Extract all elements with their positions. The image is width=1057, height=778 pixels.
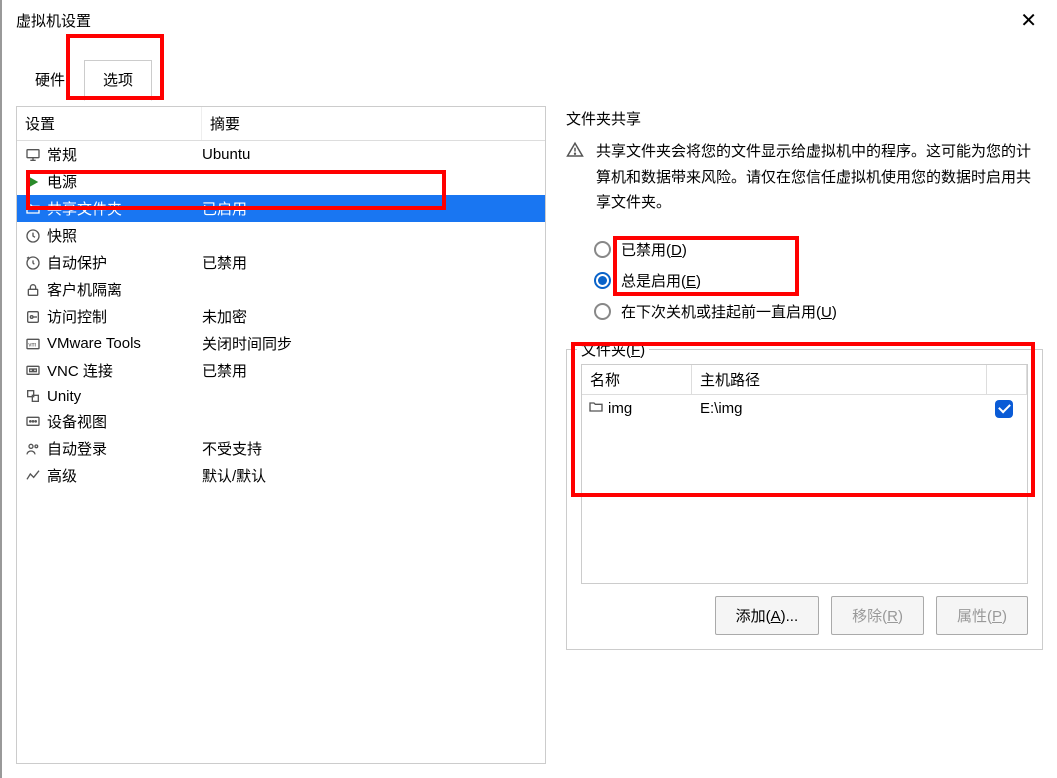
list-item-label: VNC 连接 — [47, 360, 202, 381]
lock-icon — [23, 281, 43, 299]
folder-path-cell: E:\img — [700, 400, 987, 417]
vnc-icon — [23, 362, 43, 380]
list-item[interactable]: Unity — [17, 384, 545, 408]
window-title: 虚拟机设置 — [16, 10, 91, 31]
shield-clock-icon — [23, 254, 43, 272]
close-icon[interactable]: ✕ — [1012, 6, 1045, 35]
tab-bar: 硬件 选项 — [2, 59, 1057, 100]
warning-icon — [566, 139, 586, 216]
list-header: 设置 摘要 — [17, 107, 545, 141]
list-item[interactable]: 客户机隔离 — [17, 276, 545, 303]
unity-icon — [23, 387, 43, 405]
clock-icon — [23, 227, 43, 245]
radio-always-label: 总是启用(E) — [621, 270, 701, 291]
folder-col-check — [987, 365, 1027, 394]
folder-buttons: 添加(A)... 移除(R) 属性(P) — [581, 596, 1028, 635]
folder-row[interactable]: imgE:\img — [582, 395, 1027, 423]
autologin-icon — [23, 440, 43, 458]
list-item-summary: 已禁用 — [202, 252, 247, 273]
properties-button[interactable]: 属性(P) — [936, 596, 1028, 635]
warning-text: 共享文件夹会将您的文件显示给虚拟机中的程序。这可能为您的计算机和数据带来风险。请… — [596, 139, 1043, 216]
folders-legend: 文件夹(F) — [577, 339, 649, 360]
list-item[interactable]: 设备视图 — [17, 408, 545, 435]
vm-settings-window: 虚拟机设置 ✕ 硬件 选项 设置 摘要 常规Ubuntu电源共享文件夹已启用快照… — [0, 0, 1057, 778]
radio-disabled-label: 已禁用(D) — [621, 239, 687, 260]
list-item-summary: 未加密 — [202, 306, 247, 327]
key-icon — [23, 308, 43, 326]
folder-col-name: 名称 — [582, 365, 692, 394]
radio-always-enabled[interactable]: 总是启用(E) — [594, 265, 1043, 296]
list-item-label: 共享文件夹 — [47, 198, 202, 219]
radio-until-shutdown[interactable]: 在下次关机或挂起前一直启用(U) — [594, 296, 1043, 327]
list-item-summary: 不受支持 — [202, 438, 262, 459]
folder-col-path: 主机路径 — [692, 365, 987, 394]
folder-share-icon — [23, 200, 43, 218]
list-item-summary: 已启用 — [202, 198, 247, 219]
remove-button[interactable]: 移除(R) — [831, 596, 924, 635]
content-area: 设置 摘要 常规Ubuntu电源共享文件夹已启用快照自动保护已禁用客户机隔离访问… — [2, 100, 1057, 778]
list-item-label: 自动保护 — [47, 252, 202, 273]
list-item-label: 自动登录 — [47, 438, 202, 459]
list-item-summary: 关闭时间同步 — [202, 333, 292, 354]
col-header-summary: 摘要 — [202, 107, 545, 140]
list-item[interactable]: 共享文件夹已启用 — [17, 195, 545, 222]
folder-enabled-checkbox[interactable] — [987, 400, 1021, 418]
radio-icon — [594, 303, 611, 320]
list-item-label: 客户机隔离 — [47, 279, 202, 300]
monitor-icon — [23, 146, 43, 164]
radio-icon — [594, 241, 611, 258]
radio-until-label: 在下次关机或挂起前一直启用(U) — [621, 301, 837, 322]
right-panel: 文件夹共享 共享文件夹会将您的文件显示给虚拟机中的程序。这可能为您的计算机和数据… — [566, 106, 1043, 764]
list-item-summary: Ubuntu — [202, 146, 250, 163]
list-item-label: Unity — [47, 388, 202, 405]
folder-icon — [588, 399, 604, 419]
titlebar: 虚拟机设置 ✕ — [2, 0, 1057, 39]
list-item[interactable]: 自动保护已禁用 — [17, 249, 545, 276]
radio-group-sharing-mode: 已禁用(D) 总是启用(E) 在下次关机或挂起前一直启用(U) — [594, 234, 1043, 327]
list-item-label: 高级 — [47, 465, 202, 486]
advanced-icon — [23, 467, 43, 485]
svg-text:vm: vm — [28, 342, 36, 348]
list-item-label: 快照 — [47, 225, 202, 246]
list-item[interactable]: 常规Ubuntu — [17, 141, 545, 168]
tab-options[interactable]: 选项 — [84, 60, 152, 101]
tab-hardware[interactable]: 硬件 — [16, 60, 84, 101]
list-item-label: 电源 — [47, 171, 202, 192]
list-item-label: VMware Tools — [47, 335, 202, 352]
list-item[interactable]: VNC 连接已禁用 — [17, 357, 545, 384]
folder-name-cell: img — [588, 399, 700, 419]
list-item[interactable]: 电源 — [17, 168, 545, 195]
add-button[interactable]: 添加(A)... — [715, 596, 820, 635]
vmw-icon: vm — [23, 335, 43, 353]
list-item[interactable]: 高级默认/默认 — [17, 462, 545, 489]
list-item-label: 设备视图 — [47, 411, 202, 432]
list-item[interactable]: 自动登录不受支持 — [17, 435, 545, 462]
list-item-label: 常规 — [47, 144, 202, 165]
list-item[interactable]: vm VMware Tools关闭时间同步 — [17, 330, 545, 357]
warning-row: 共享文件夹会将您的文件显示给虚拟机中的程序。这可能为您的计算机和数据带来风险。请… — [566, 139, 1043, 216]
section-folder-sharing-title: 文件夹共享 — [566, 108, 1043, 129]
list-item-label: 访问控制 — [47, 306, 202, 327]
folder-list[interactable]: 名称 主机路径 imgE:\img — [581, 364, 1028, 584]
radio-disabled[interactable]: 已禁用(D) — [594, 234, 1043, 265]
radio-icon — [594, 272, 611, 289]
folder-list-header: 名称 主机路径 — [582, 365, 1027, 395]
list-item[interactable]: 快照 — [17, 222, 545, 249]
list-item-summary: 已禁用 — [202, 360, 247, 381]
device-icon — [23, 413, 43, 431]
list-item[interactable]: 访问控制未加密 — [17, 303, 545, 330]
list-rows: 常规Ubuntu电源共享文件夹已启用快照自动保护已禁用客户机隔离访问控制未加密v… — [17, 141, 545, 489]
folders-fieldset: 文件夹(F) 名称 主机路径 imgE:\img 添加(A)... 移除(R) … — [566, 349, 1043, 650]
list-item-summary: 默认/默认 — [202, 465, 266, 486]
settings-list: 设置 摘要 常规Ubuntu电源共享文件夹已启用快照自动保护已禁用客户机隔离访问… — [16, 106, 546, 764]
play-icon — [23, 173, 43, 191]
col-header-setting: 设置 — [17, 107, 202, 140]
